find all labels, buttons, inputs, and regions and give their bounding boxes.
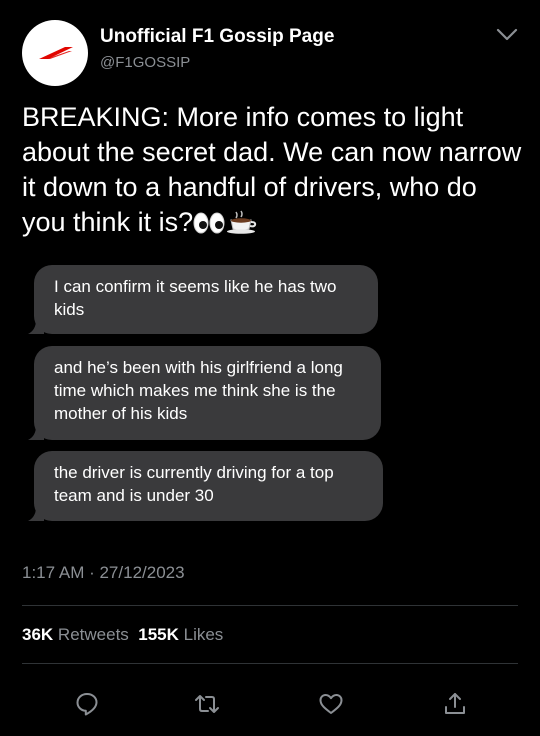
eyes-icon <box>193 208 225 243</box>
message-text: and he’s been with his girlfriend a long… <box>54 358 343 423</box>
divider <box>22 605 518 606</box>
chevron-down-icon[interactable] <box>494 22 520 48</box>
like-icon[interactable] <box>317 690 345 718</box>
message-bubble: and he’s been with his girlfriend a long… <box>28 346 381 440</box>
divider <box>22 663 518 664</box>
avatar[interactable] <box>22 20 88 86</box>
bubble-tail <box>28 320 44 334</box>
retweets-count[interactable]: 36K <box>22 625 53 644</box>
tweet-text-body: BREAKING: More info comes to light about… <box>22 102 522 237</box>
message-text: the driver is currently driving for a to… <box>54 463 334 505</box>
coffee-cup-icon <box>225 208 259 243</box>
bubble-tail <box>28 426 44 440</box>
tweet-text: BREAKING: More info comes to light about… <box>22 100 522 243</box>
retweet-icon[interactable] <box>193 690 221 718</box>
reply-icon[interactable] <box>73 690 101 718</box>
message-text: I can confirm it seems like he has two k… <box>54 277 337 319</box>
tweet-actions <box>0 682 540 726</box>
bubble-tail <box>28 507 44 521</box>
message-bubble: I can confirm it seems like he has two k… <box>28 265 378 334</box>
f1-logo-icon <box>39 47 73 59</box>
engagement-stats: 36K Retweets 155K Likes <box>22 625 223 645</box>
retweets-label[interactable]: Retweets <box>58 625 129 644</box>
message-bubble: the driver is currently driving for a to… <box>28 451 383 521</box>
share-icon[interactable] <box>441 690 469 718</box>
likes-label[interactable]: Likes <box>184 625 224 644</box>
likes-count[interactable]: 155K <box>138 625 179 644</box>
author-display-name[interactable]: Unofficial F1 Gossip Page <box>100 26 334 48</box>
author-handle[interactable]: @F1GOSSIP <box>100 54 190 71</box>
tweet-timestamp[interactable]: 1:17 AM · 27/12/2023 <box>22 563 185 583</box>
tweet-header: Unofficial F1 Gossip Page @F1GOSSIP <box>22 20 522 90</box>
